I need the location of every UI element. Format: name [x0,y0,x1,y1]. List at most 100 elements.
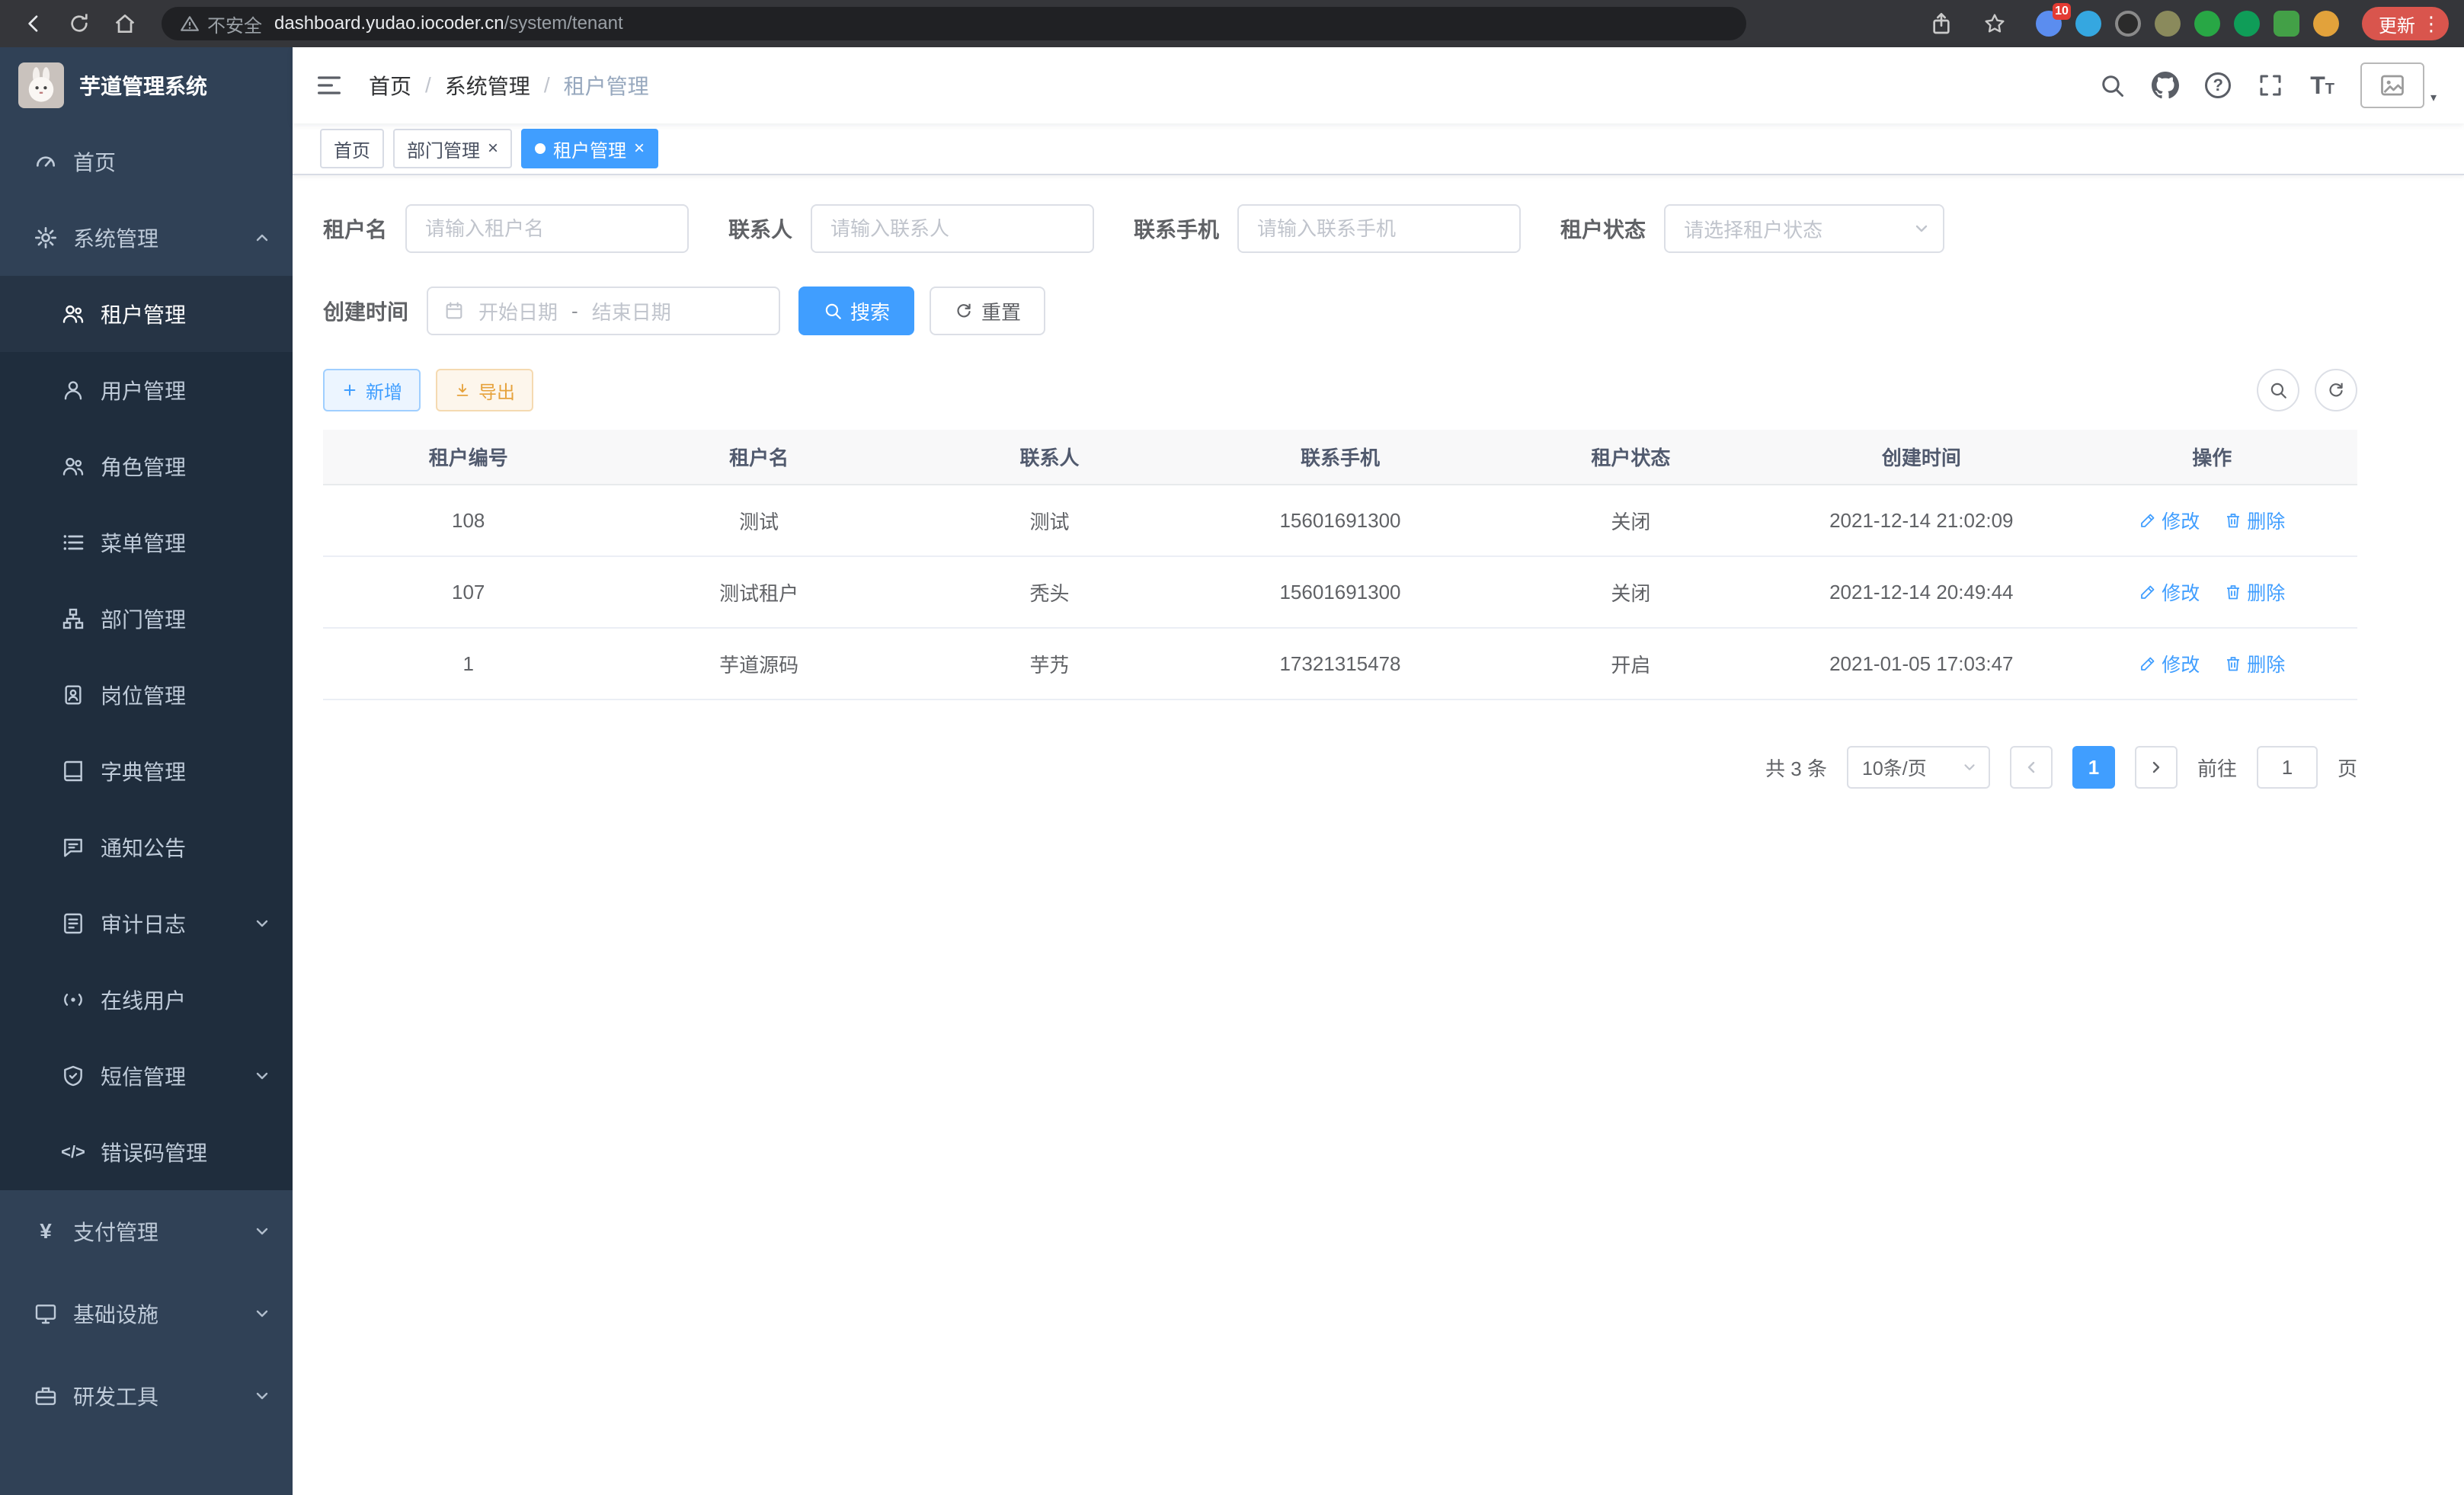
page-size-select[interactable]: 10条/页 [1847,746,1990,789]
font-size-icon[interactable]: TT [2310,73,2334,98]
delete-link[interactable]: 删除 [2224,650,2285,677]
chevron-left-icon [2022,758,2040,776]
column-header: 租户名 [613,430,904,485]
sidebar-item-error-code[interactable]: </> 错误码管理 [0,1114,293,1190]
sidebar-toggle-icon[interactable] [314,70,344,101]
reset-button[interactable]: 重置 [930,287,1045,335]
cell-tenant-name: 芋道源码 [613,628,904,699]
extension-icon[interactable] [2234,11,2260,37]
status-select[interactable]: 请选择租户状态 [1664,204,1944,253]
update-button[interactable]: 更新 ⋮ [2362,7,2449,40]
github-icon[interactable] [2152,72,2179,99]
search-icon[interactable] [2098,72,2126,99]
users-icon [61,302,85,326]
sidebar-item-post[interactable]: 岗位管理 [0,657,293,733]
tab-tenant[interactable]: 租户管理 × [521,129,658,168]
sidebar-item-notice[interactable]: 通知公告 [0,809,293,885]
sidebar-item-system[interactable]: 系统管理 [0,200,293,276]
filter-row-1: 租户名 联系人 联系手机 租户状态 请选择租户状态 [323,204,2357,253]
export-button[interactable]: 导出 [436,369,533,411]
date-range-picker[interactable]: 开始日期 - 结束日期 [427,287,780,335]
cell-status: 开启 [1486,628,1776,699]
sidebar-item-sms[interactable]: 短信管理 [0,1038,293,1114]
chevron-down-icon [253,1067,271,1085]
phone-input[interactable] [1237,204,1521,253]
bookmark-star-icon[interactable] [1976,5,2013,42]
edit-link[interactable]: 修改 [2139,578,2200,606]
extension-icon[interactable] [2075,11,2101,37]
extension-icon[interactable] [2194,11,2220,37]
edit-link[interactable]: 修改 [2139,507,2200,534]
sidebar-item-role[interactable]: 角色管理 [0,428,293,504]
close-icon[interactable]: × [634,139,645,158]
tenant-name-input[interactable] [405,204,689,253]
user-icon [61,378,85,402]
tab-home[interactable]: 首页 [320,129,384,168]
extension-badge: 10 [2053,3,2071,20]
sidebar-item-payment[interactable]: ¥ 支付管理 [0,1190,293,1273]
close-icon[interactable]: × [488,139,498,158]
goto-page-input[interactable] [2257,746,2318,789]
next-page-button[interactable] [2135,746,2178,789]
address-bar[interactable]: 不安全 dashboard.yudao.iocoder.cn/system/te… [162,7,1746,40]
sidebar-item-dept[interactable]: 部门管理 [0,581,293,657]
edit-link[interactable]: 修改 [2139,650,2200,677]
column-header: 租户编号 [323,430,613,485]
reload-icon[interactable] [61,5,98,42]
table-header-row: 租户编号 租户名 联系人 联系手机 租户状态 创建时间 操作 [323,430,2357,485]
fullscreen-icon[interactable] [2257,72,2284,99]
add-button[interactable]: 新增 [323,369,421,411]
filter-contact: 联系人 [728,204,1094,253]
cell-contact: 测试 [904,485,1195,556]
refresh-button[interactable] [2315,369,2357,411]
extension-icon[interactable] [2274,11,2299,37]
sidebar-item-menu[interactable]: 菜单管理 [0,504,293,581]
table-toolbar: 新增 导出 [323,369,2357,411]
sidebar-groups: ¥ 支付管理 基础设施 研发工具 [0,1190,293,1437]
breadcrumb-item[interactable]: 系统管理 [445,70,530,101]
breadcrumb: 首页 / 系统管理 / 租户管理 [369,70,649,101]
sidebar-item-infrastructure[interactable]: 基础设施 [0,1273,293,1355]
sidebar-item-user[interactable]: 用户管理 [0,352,293,428]
extension-icon[interactable] [2155,11,2181,37]
sidebar-item-dict[interactable]: 字典管理 [0,733,293,809]
search-button[interactable]: 搜索 [798,287,914,335]
extension-icon[interactable]: 10 [2036,11,2062,37]
sidebar-item-audit-log[interactable]: 审计日志 [0,885,293,962]
breadcrumb-separator: / [544,73,550,98]
sidebar-item-devtools[interactable]: 研发工具 [0,1355,293,1437]
avatar[interactable]: ▾ [2360,62,2437,108]
extension-icon[interactable] [2115,11,2141,37]
sidebar-item-home[interactable]: 首页 [0,123,293,200]
org-tree-icon [61,607,85,631]
help-icon[interactable]: ? [2205,72,2231,98]
cell-phone: 17321315478 [1195,628,1485,699]
kebab-menu-icon[interactable]: ⋮ [2421,12,2441,36]
extension-icon[interactable] [2313,11,2339,37]
breadcrumb-item[interactable]: 首页 [369,70,411,101]
page-unit-label: 页 [2338,754,2357,782]
cell-actions: 修改 删除 [2067,556,2357,628]
delete-link[interactable]: 删除 [2224,507,2285,534]
signal-icon [61,988,85,1012]
delete-link[interactable]: 删除 [2224,578,2285,606]
page-number-button[interactable]: 1 [2072,746,2115,789]
sidebar-item-online-user[interactable]: 在线用户 [0,962,293,1038]
logo-avatar [18,62,64,108]
toggle-search-button[interactable] [2257,369,2299,411]
app-logo[interactable]: 芋道管理系统 [0,47,293,123]
security-label: 不安全 [207,11,262,37]
sidebar-item-tenant[interactable]: 租户管理 [0,276,293,352]
share-icon[interactable] [1923,5,1960,42]
contact-label: 联系人 [728,213,792,244]
calendar-icon [443,300,465,322]
url-path: /system/tenant [504,13,623,34]
prev-page-button[interactable] [2010,746,2053,789]
back-icon[interactable] [15,5,52,42]
table-row: 108 测试 测试 15601691300 关闭 2021-12-14 21:0… [323,485,2357,556]
tags-view: 首页 部门管理 × 租户管理 × [293,123,2464,175]
contact-input[interactable] [811,204,1094,253]
extensions-area: 10 [2036,11,2339,37]
tab-dept[interactable]: 部门管理 × [393,129,512,168]
home-icon[interactable] [107,5,143,42]
